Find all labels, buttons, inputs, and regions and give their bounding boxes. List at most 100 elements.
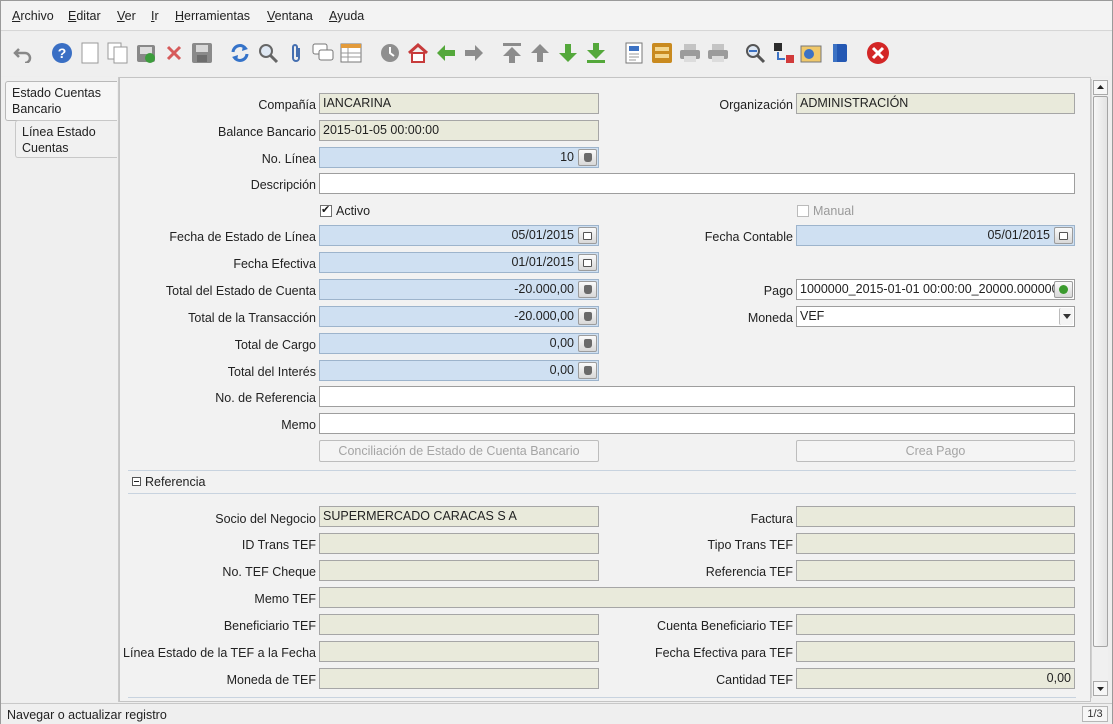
calendar-icon[interactable] xyxy=(1054,227,1073,244)
effective-date-field[interactable]: 01/01/2015 xyxy=(319,252,599,273)
eft-trx-id-field[interactable] xyxy=(319,533,599,554)
payment-field[interactable]: 1000000_2015-01-01 00:00:00_20000.000000 xyxy=(796,279,1075,300)
calculator-icon[interactable] xyxy=(578,335,597,352)
eft-trx-id-label: ID Trans TEF xyxy=(241,538,316,552)
bpartner-field[interactable]: SUPERMERCADO CARACAS S A xyxy=(319,506,599,527)
archive-icon[interactable] xyxy=(650,41,674,65)
eft-trx-type-field[interactable] xyxy=(796,533,1075,554)
zoom-across-icon[interactable] xyxy=(744,41,768,65)
search-go-icon[interactable] xyxy=(1054,281,1073,298)
home-icon[interactable] xyxy=(406,41,430,65)
memo-input[interactable] xyxy=(319,413,1075,434)
chevron-down-icon[interactable] xyxy=(1059,308,1073,325)
new-icon[interactable] xyxy=(78,41,102,65)
request-icon[interactable] xyxy=(772,41,796,65)
menu-herramientas[interactable]: Herramientas xyxy=(175,9,250,23)
chat-icon[interactable] xyxy=(311,41,335,65)
scrollbar-thumb[interactable] xyxy=(1093,96,1108,647)
scroll-up-icon[interactable] xyxy=(1093,80,1108,95)
line-no-field[interactable]: 10 xyxy=(319,147,599,168)
history-icon[interactable] xyxy=(378,41,402,65)
company-field[interactable]: IANCARINA xyxy=(319,93,599,114)
currency-select[interactable]: VEF xyxy=(796,306,1075,327)
calculator-icon[interactable] xyxy=(578,362,597,379)
first-record-icon[interactable] xyxy=(500,41,524,65)
tab-estado-cuentas-bancario[interactable]: Estado Cuentas Bancario xyxy=(5,81,117,121)
vertical-scrollbar[interactable] xyxy=(1091,79,1108,698)
bank-balance-field[interactable]: 2015-01-05 00:00:00 xyxy=(319,120,599,141)
interest-amount-value: 0,00 xyxy=(549,363,574,377)
eft-valuta-date-field[interactable] xyxy=(796,641,1075,662)
eft-reference-label: Referencia TEF xyxy=(705,565,793,579)
stmt-line-date-field[interactable]: 05/01/2015 xyxy=(319,225,599,246)
copy-icon[interactable] xyxy=(106,41,130,65)
eft-reference-field[interactable] xyxy=(796,560,1075,581)
forward-icon[interactable] xyxy=(462,41,486,65)
eft-check-no-field[interactable] xyxy=(319,560,599,581)
eft-currency-field[interactable] xyxy=(319,668,599,689)
active-checkbox[interactable] xyxy=(320,203,332,217)
eft-payee-field[interactable] xyxy=(319,614,599,635)
menu-ver[interactable]: Ver xyxy=(117,9,136,23)
find-icon[interactable] xyxy=(256,41,280,65)
menu-ventana[interactable]: Ventana xyxy=(267,9,313,23)
interest-amount-field[interactable]: 0,00 xyxy=(319,360,599,381)
tab-linea-estado-cuentas[interactable]: Línea Estado Cuentas xyxy=(15,120,117,158)
calculator-icon[interactable] xyxy=(578,281,597,298)
grid-icon[interactable] xyxy=(339,41,363,65)
report-icon[interactable] xyxy=(622,41,646,65)
menu-ayuda[interactable]: Ayuda xyxy=(329,9,364,23)
menu-ir[interactable]: Ir xyxy=(151,9,159,23)
eft-payee-account-field[interactable] xyxy=(796,614,1075,635)
trx-amount-value: -20.000,00 xyxy=(514,309,574,323)
delete-icon[interactable] xyxy=(162,41,186,65)
acct-date-field[interactable]: 05/01/2015 xyxy=(796,225,1075,246)
workflow-icon[interactable] xyxy=(828,41,852,65)
manual-checkbox[interactable] xyxy=(797,205,809,217)
close-window-icon[interactable] xyxy=(866,41,890,65)
calendar-icon[interactable] xyxy=(578,254,597,271)
create-payment-button[interactable]: Crea Pago xyxy=(796,440,1075,462)
attachment-icon[interactable] xyxy=(284,41,308,65)
trx-amount-label: Total de la Transacción xyxy=(188,311,316,325)
calendar-icon[interactable] xyxy=(578,227,597,244)
menu-archivo[interactable]: Archivo xyxy=(12,9,54,23)
charge-amount-field[interactable]: 0,00 xyxy=(319,333,599,354)
collapse-icon[interactable] xyxy=(132,477,141,486)
print-icon[interactable] xyxy=(706,41,730,65)
save-icon[interactable] xyxy=(190,41,214,65)
previous-record-icon[interactable] xyxy=(528,41,552,65)
invoice-field[interactable] xyxy=(796,506,1075,527)
eft-payee-label: Beneficiario TEF xyxy=(223,619,316,633)
next-record-icon[interactable] xyxy=(556,41,580,65)
trx-amount-field[interactable]: -20.000,00 xyxy=(319,306,599,327)
save-new-icon[interactable] xyxy=(134,41,158,65)
undo-icon[interactable] xyxy=(11,41,35,65)
eft-memo-field[interactable] xyxy=(319,587,1075,608)
charge-amount-value: 0,00 xyxy=(549,336,574,350)
description-input[interactable] xyxy=(319,173,1075,194)
back-icon[interactable] xyxy=(434,41,458,65)
product-info-icon[interactable] xyxy=(800,41,824,65)
scroll-down-icon[interactable] xyxy=(1093,681,1108,696)
calculator-icon[interactable] xyxy=(578,308,597,325)
reference-no-input[interactable] xyxy=(319,386,1075,407)
calculator-icon[interactable] xyxy=(578,149,597,166)
reconcile-button[interactable]: Conciliación de Estado de Cuenta Bancari… xyxy=(319,440,599,462)
stmt-amount-value: -20.000,00 xyxy=(514,282,574,296)
stmt-amount-field[interactable]: -20.000,00 xyxy=(319,279,599,300)
last-record-icon[interactable] xyxy=(584,41,608,65)
refresh-icon[interactable] xyxy=(228,41,252,65)
record-counter[interactable]: 1/3 xyxy=(1082,706,1108,722)
section-divider xyxy=(128,493,1076,494)
menu-editar[interactable]: Editar xyxy=(68,9,101,23)
eft-payee-account-label: Cuenta Beneficiario TEF xyxy=(657,619,793,633)
help-icon[interactable]: ? xyxy=(50,41,74,65)
eft-amount-field[interactable]: 0,00 xyxy=(796,668,1075,689)
eft-stmt-line-date-field[interactable] xyxy=(319,641,599,662)
status-message: Navegar o actualizar registro xyxy=(7,708,167,722)
org-field[interactable]: ADMINISTRACIÓN xyxy=(796,93,1075,114)
effective-date-value: 01/01/2015 xyxy=(511,255,574,269)
print-preview-icon[interactable] xyxy=(678,41,702,65)
reference-section-title[interactable]: Referencia xyxy=(145,475,205,489)
